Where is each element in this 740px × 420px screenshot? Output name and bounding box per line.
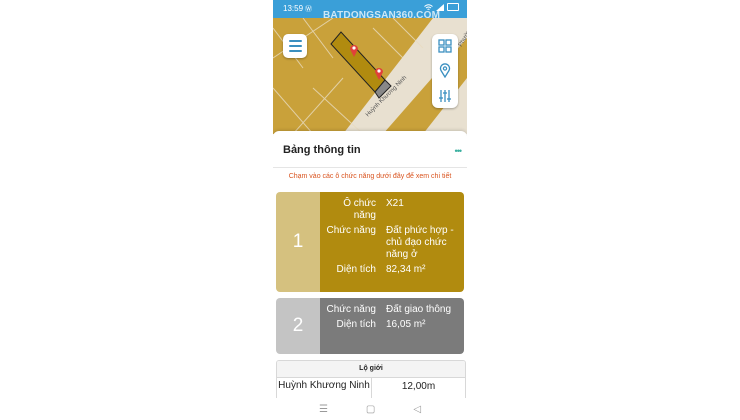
card-row-label: Diện tích: [336, 319, 376, 330]
card-row: Diện tích 82,34 m²: [320, 264, 464, 276]
function-card-2[interactable]: 2 Chức năng Đất giao thông Diện tích 16,…: [276, 298, 464, 354]
menu-button[interactable]: [283, 34, 307, 58]
card-number: 1: [276, 192, 320, 292]
grid-button[interactable]: [436, 37, 454, 55]
system-nav-bar: ☰ ▢ ◁: [273, 398, 467, 420]
card-row: Chức năng Đất phức hợp - chủ đạo chức nă…: [320, 225, 464, 261]
card-row-value: Đất giao thông: [386, 304, 452, 315]
card-row-value: Đất phức hợp - chủ đạo chức năng ở: [386, 225, 454, 260]
table-row: Huỳnh Khương Ninh 12,00m: [277, 378, 465, 400]
lo-gioi-header: Lộ giới: [277, 361, 465, 378]
card-row-label: Ô chức năng: [343, 198, 376, 221]
info-panel: Bảng thông tin ••• Chạm vào các ô chức n…: [273, 131, 467, 420]
back-button[interactable]: ◁: [413, 404, 421, 415]
card-row-value: 82,34 m²: [386, 264, 426, 275]
map-pin-icon-2[interactable]: [374, 66, 384, 80]
card-row-value: X21: [386, 198, 404, 209]
grid-icon: [438, 39, 452, 53]
sliders-icon: [439, 89, 451, 102]
recent-apps-button[interactable]: ☰: [319, 404, 328, 415]
lo-gioi-table: Lộ giới Huỳnh Khương Ninh 12,00m: [276, 360, 466, 401]
location-button[interactable]: [436, 62, 454, 80]
function-card-1[interactable]: 1 Ô chức năng X21 Chức năng Đất phức hợp…: [276, 192, 464, 292]
card-row: Ô chức năng X21: [320, 198, 464, 222]
card-row-label: Diện tích: [336, 264, 376, 275]
location-pin-icon: [439, 63, 451, 79]
battery-icon: [447, 3, 459, 11]
card-row-label: Chức năng: [326, 225, 376, 236]
card-row-value: 16,05 m²: [386, 319, 426, 330]
card-row: Diện tích 16,05 m²: [320, 319, 464, 331]
card-body: Ô chức năng X21 Chức năng Đất phức hợp -…: [320, 192, 464, 292]
panel-title: Bảng thông tin: [283, 144, 361, 156]
card-row-label: Chức năng: [326, 304, 376, 315]
card-number: 2: [276, 298, 320, 354]
divider: [273, 167, 467, 168]
road-width-cell: 12,00m: [401, 381, 436, 392]
filter-button[interactable]: [436, 87, 454, 105]
road-name-cell: Huỳnh Khương Ninh: [277, 378, 372, 400]
card-row: Chức năng Đất giao thông: [320, 304, 464, 316]
menu-icon: [288, 40, 302, 42]
watermark: BATDONGSAN360.COM: [323, 10, 441, 21]
hint-text: Chạm vào các ô chức năng dưới đây để xem…: [288, 173, 452, 180]
map-pin-icon[interactable]: [349, 43, 359, 57]
status-time: 13:59: [283, 4, 304, 13]
card-body: Chức năng Đất giao thông Diện tích 16,05…: [320, 298, 464, 354]
status-indicator: Ⓦ: [305, 6, 312, 13]
phone-screen: 13:59 Ⓦ BATDONGSAN360.COM Huỳnh Khương N…: [273, 0, 467, 420]
home-button[interactable]: ▢: [366, 404, 375, 415]
map-tools: [432, 34, 458, 108]
more-options-icon[interactable]: •••: [455, 146, 463, 156]
